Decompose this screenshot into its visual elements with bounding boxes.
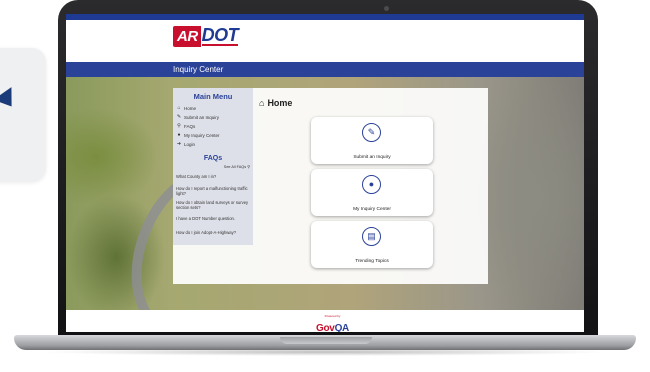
govqa-wordmark: GovQA [316,323,349,332]
menu-item-home[interactable]: ⌂ Home [176,104,253,113]
page-title: ⌂ Home [259,98,292,108]
menu-item-label: FAQs [184,124,196,129]
user-icon: ● [177,132,181,138]
tile-label: Submit an Inquiry [353,155,391,160]
ardot-logo[interactable]: AR DOT [173,25,239,47]
user-icon: ● [362,175,381,194]
govqa-qa: QA [334,323,350,332]
search-icon: ⚲ [247,165,250,169]
menu-item-label: Home [184,106,197,111]
side-card-decoration [0,48,46,182]
login-icon: ➜ [176,141,182,147]
search-icon: ⚲ [177,123,181,129]
chevron-icon [0,87,21,113]
edit-icon: ✎ [176,114,182,120]
main-menu-title: Main Menu [193,92,233,101]
laptop-notch [280,337,372,344]
tile-submit-inquiry[interactable]: ✎ Submit an Inquiry [311,117,433,164]
see-all-faqs-label: See All FAQs [223,165,247,169]
webcam [384,6,389,11]
menu-item-label: Login [184,142,196,147]
powered-by-text: Powered by [324,314,341,318]
header-bar: Inquiry Center [66,62,584,77]
faqs-title: FAQs [203,155,223,162]
logo-dot-text: DOT [201,25,239,46]
main-menu: Main Menu ⌂ Home ✎ Submit an Inquiry ⚲ F… [173,88,253,245]
faq-item[interactable]: How do I obtain land surveys or survey s… [176,200,253,210]
list-icon: ▤ [362,227,381,246]
faq-list: What County am I in? How do I report a m… [176,172,253,237]
main-menu-list: ⌂ Home ✎ Submit an Inquiry ⚲ FAQs ● My I… [176,104,253,149]
menu-item-my-inquiry-center[interactable]: ● My Inquiry Center [176,131,253,140]
menu-item-label: My Inquiry Center [184,133,220,138]
faq-item[interactable]: I have a DOT Number question. [176,214,253,223]
faq-item[interactable]: How do I report a malfunctioning traffic… [176,186,253,196]
faq-item[interactable]: How do I join Adopt-A-Highway? [176,228,253,237]
home-icon: ⌂ [259,98,265,108]
tile-my-inquiry-center[interactable]: ● My Inquiry Center [311,169,433,216]
govqa-logo[interactable]: Powered by GovQA [316,314,349,332]
tile-label: Trending Topics [355,259,389,264]
footer: Powered by GovQA [66,310,584,332]
page-title-text: Home [267,98,293,108]
menu-item-label: Submit an Inquiry [184,115,220,120]
logo-row: AR DOT [66,20,584,62]
logo-ar-text: AR [173,26,201,47]
laptop-screen: AR DOT Inquiry Center Main Menu ⌂ Home ✎… [66,14,584,332]
faq-item[interactable]: What County am I in? [176,172,253,181]
menu-item-login[interactable]: ➜ Login [176,140,253,149]
menu-item-submit-inquiry[interactable]: ✎ Submit an Inquiry [176,113,253,122]
tile-trending-topics[interactable]: ▤ Trending Topics [311,221,433,268]
menu-item-faqs[interactable]: ⚲ FAQs [176,122,253,131]
header-title: Inquiry Center [173,65,224,74]
content-panel: Main Menu ⌂ Home ✎ Submit an Inquiry ⚲ F… [173,88,488,284]
govqa-gov: Gov [316,323,335,332]
tile-label: My Inquiry Center [353,207,391,212]
see-all-faqs-link[interactable]: See All FAQs ⚲ [173,164,253,169]
home-icon: ⌂ [177,105,181,111]
edit-icon: ✎ [362,123,381,142]
